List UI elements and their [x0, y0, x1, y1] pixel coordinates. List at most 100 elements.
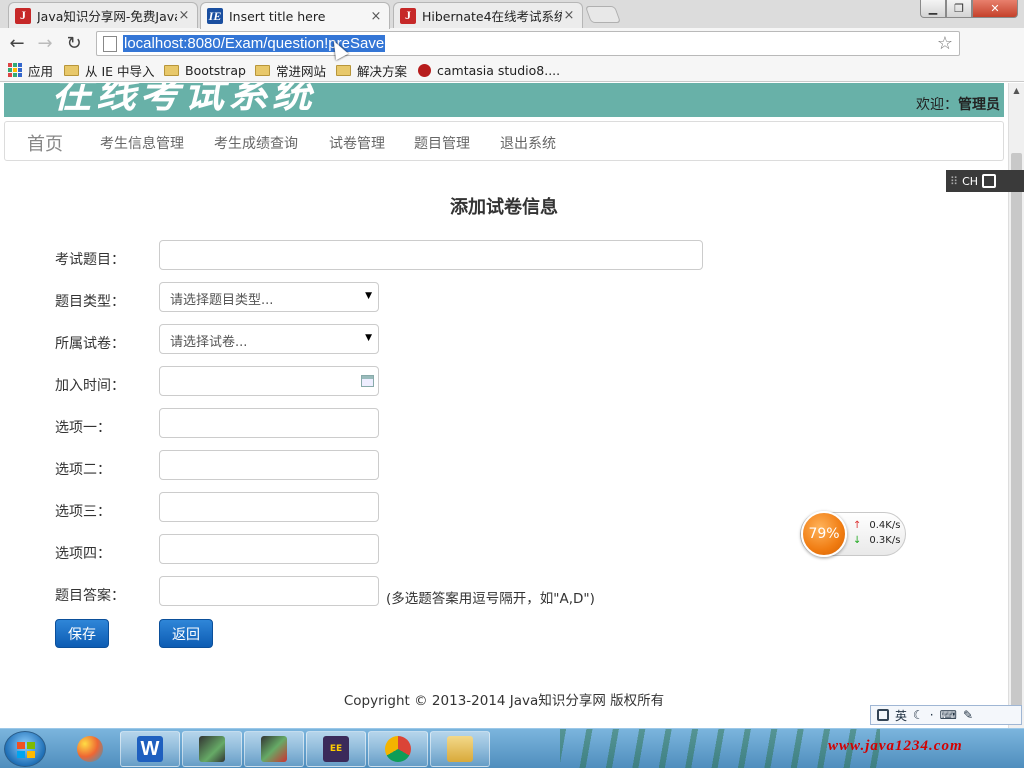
moon-icon[interactable]: ☾ — [913, 708, 924, 722]
tab-title: Java知识分享网-免费Java — [37, 9, 177, 24]
eclipse-ide-icon: EE — [323, 736, 349, 762]
upload-speed-value: 0.4K/s — [869, 520, 901, 531]
paper-label: 所属试卷： — [55, 336, 125, 352]
form-title: 添加试卷信息 — [450, 197, 558, 218]
bookmark-star-icon[interactable]: ☆ — [937, 33, 953, 54]
nav-logout[interactable]: 退出系统 — [500, 133, 556, 153]
ime-mode-text[interactable]: 英 — [895, 707, 907, 724]
question-type-select[interactable]: 请选择题目类型... ▼ — [159, 282, 379, 312]
browser-toolbar: ← → ↻ localhost:8080/Exam/question!preSa… — [0, 28, 1024, 77]
bookmark-apps[interactable]: 应用 — [8, 61, 53, 79]
network-monitor-widget[interactable]: 79% ↑ 0.4K/s ↓ 0.3K/s — [800, 511, 906, 557]
option-d-input[interactable] — [159, 534, 379, 564]
ime-toolbar[interactable]: 英 ☾ · ⌨ ✎ — [870, 705, 1022, 725]
punctuation-icon[interactable]: · — [930, 708, 934, 722]
memory-usage-ball[interactable]: 79% — [801, 511, 847, 557]
tab-close-icon[interactable]: × — [562, 8, 576, 23]
question-type-label: 题目类型： — [55, 294, 125, 310]
tab-close-icon[interactable]: × — [369, 9, 383, 24]
ime-language-bar[interactable]: ⠿ CH — [946, 170, 1024, 192]
bookmark-common-sites[interactable]: 常进网站 — [255, 61, 326, 79]
keyboard-icon[interactable]: ⌨ — [940, 708, 957, 722]
taskbar-app-eclipse[interactable]: EE — [306, 731, 366, 767]
download-arrow-icon: ↓ — [853, 535, 862, 546]
calendar-icon[interactable] — [361, 375, 374, 387]
scrollbar-thumb[interactable] — [1011, 153, 1022, 713]
username: 管理员 — [958, 97, 1000, 113]
ime-logo-icon[interactable] — [877, 709, 889, 721]
reload-icon[interactable]: ↻ — [63, 32, 85, 54]
option-c-input[interactable] — [159, 492, 379, 522]
back-arrow-icon[interactable]: ← — [6, 32, 28, 54]
nav-question-manage[interactable]: 题目管理 — [414, 133, 470, 153]
chrome-icon — [385, 736, 411, 762]
taskbar-app-recorder[interactable] — [244, 731, 304, 767]
option-c-label: 选项三： — [55, 504, 111, 520]
option-b-label: 选项二： — [55, 462, 111, 478]
forward-arrow-icon[interactable]: → — [34, 32, 56, 54]
ime-mode-icon[interactable] — [982, 174, 997, 188]
bookmark-camtasia[interactable]: camtasia studio8.... — [418, 61, 560, 79]
bookmark-label: Bootstrap — [185, 62, 246, 78]
dropdown-arrow-icon: ▼ — [365, 291, 372, 301]
taskbar-app-camtasia[interactable] — [182, 731, 242, 767]
folder-icon — [64, 64, 79, 76]
save-button[interactable]: 保存 — [55, 619, 109, 648]
address-bar[interactable]: localhost:8080/Exam/question!preSave ☆ — [96, 31, 960, 56]
apps-grid-icon — [8, 63, 22, 77]
option-b-input[interactable] — [159, 450, 379, 480]
upload-arrow-icon: ↑ — [853, 520, 862, 531]
site-watermark: www.java1234.com — [828, 738, 963, 754]
tools-icon[interactable]: ✎ — [963, 708, 973, 722]
folder-icon — [255, 64, 270, 76]
dropdown-arrow-icon: ▼ — [365, 333, 372, 343]
back-button[interactable]: 返回 — [159, 619, 213, 648]
subject-input[interactable] — [159, 240, 703, 270]
tab-close-icon[interactable]: × — [177, 8, 191, 23]
folder-icon — [164, 64, 179, 76]
bookmark-label: camtasia studio8.... — [437, 62, 561, 78]
taskbar-app-explorer[interactable] — [430, 731, 490, 767]
page-viewport: 在线考试系统 欢迎：管理员 首页 考生信息管理 考生成绩查询 试卷管理 题目管理… — [0, 83, 1008, 729]
start-button[interactable] — [4, 731, 46, 767]
scroll-up-icon[interactable]: ▲ — [1009, 83, 1024, 99]
join-time-input[interactable] — [159, 366, 379, 396]
window-close-button[interactable]: ✕ — [972, 0, 1018, 18]
grip-icon[interactable]: ⠿ — [950, 175, 958, 188]
answer-label: 题目答案： — [55, 588, 125, 604]
page-icon — [103, 35, 117, 52]
main-nav: 首页 考生信息管理 考生成绩查询 试卷管理 题目管理 退出系统 — [4, 121, 1004, 161]
tab-java-knowledge[interactable]: J Java知识分享网-免费Java × — [8, 2, 198, 28]
nav-home[interactable]: 首页 — [27, 130, 63, 156]
option-a-label: 选项一： — [55, 420, 111, 436]
folder-icon — [336, 64, 351, 76]
bookmark-import-ie[interactable]: 从 IE 中导入 — [64, 61, 155, 79]
recorder-icon — [261, 736, 287, 762]
taskbar-app-word[interactable]: W — [120, 731, 180, 767]
paper-selected: 请选择试卷... — [170, 335, 248, 350]
nav-student-info[interactable]: 考生信息管理 — [100, 133, 184, 153]
bookmarks-bar: 应用 从 IE 中导入 Bootstrap 常进网站 解决方案 camtasia… — [0, 58, 1024, 82]
bookmark-bootstrap[interactable]: Bootstrap — [164, 61, 246, 79]
new-tab-button[interactable] — [584, 6, 622, 23]
tab-insert-title[interactable]: IE Insert title here × — [200, 2, 390, 29]
bookmark-solutions[interactable]: 解决方案 — [336, 61, 407, 79]
nav-paper-manage[interactable]: 试卷管理 — [329, 133, 385, 153]
answer-input[interactable] — [159, 576, 379, 606]
site-banner: 在线考试系统 欢迎：管理员 — [4, 83, 1004, 117]
welcome-text: 欢迎：管理员 — [916, 94, 1000, 114]
bookmark-label: 解决方案 — [357, 63, 408, 79]
nav-score-query[interactable]: 考生成绩查询 — [214, 133, 298, 153]
taskbar-app-games[interactable] — [60, 731, 120, 767]
taskbar-app-chrome[interactable] — [368, 731, 428, 767]
tab-hibernate-exam[interactable]: J Hibernate4在线考试系统 × — [393, 2, 583, 28]
option-a-input[interactable] — [159, 408, 379, 438]
window-minimize-button[interactable]: ▁ — [920, 0, 946, 18]
tab-title: Hibernate4在线考试系统 — [422, 9, 562, 24]
paper-select[interactable]: 请选择试卷... ▼ — [159, 324, 379, 354]
java1234-favicon-icon: J — [15, 7, 31, 24]
browser-tab-strip: J Java知识分享网-免费Java × IE Insert title her… — [0, 0, 1024, 29]
welcome-prefix: 欢迎： — [916, 97, 958, 113]
footer-copyright: Copyright © 2013-2014 Java知识分享网 版权所有 — [343, 693, 665, 709]
window-maximize-button[interactable]: ❐ — [946, 0, 972, 18]
